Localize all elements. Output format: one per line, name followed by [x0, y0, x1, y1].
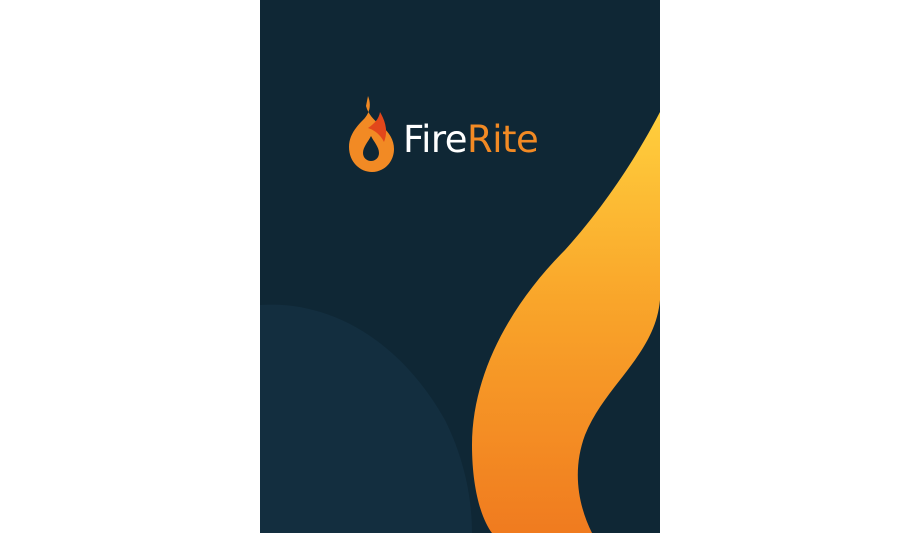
flame-swoosh-graphic: [260, 112, 660, 533]
brand-name-part-2: Rite: [467, 117, 539, 161]
brand-wordmark: FireRite: [403, 117, 539, 161]
flame-drop-icon: [349, 96, 394, 172]
poster-panel: FireRite: [260, 0, 660, 533]
brand-name-part-1: Fire: [403, 117, 468, 161]
canvas: FireRite: [0, 0, 920, 533]
background-shade-shape: [260, 304, 472, 533]
brand-logo: FireRite: [346, 92, 539, 176]
